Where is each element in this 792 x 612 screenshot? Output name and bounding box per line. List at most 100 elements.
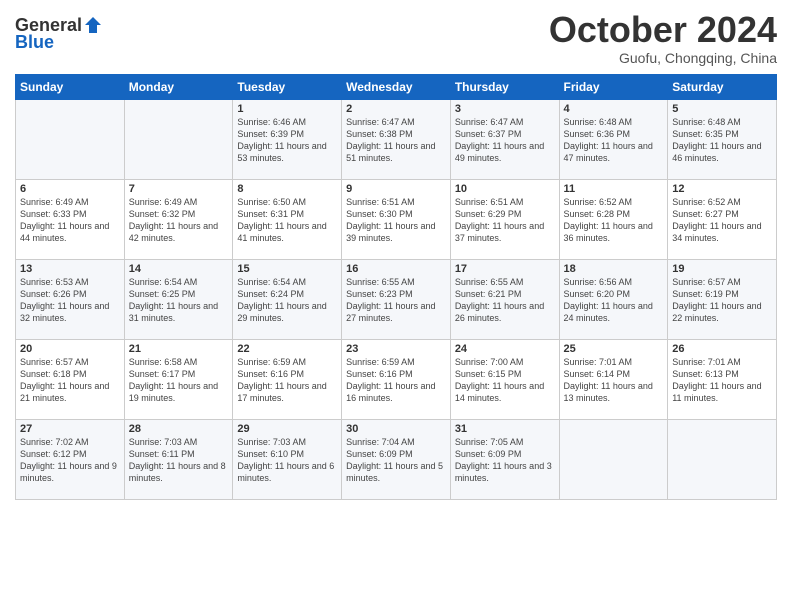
day-info: Sunrise: 6:54 AMSunset: 6:25 PMDaylight:… [129, 276, 229, 325]
day-info: Sunrise: 6:54 AMSunset: 6:24 PMDaylight:… [237, 276, 337, 325]
col-wednesday: Wednesday [342, 74, 451, 99]
day-info: Sunrise: 6:47 AMSunset: 6:38 PMDaylight:… [346, 116, 446, 165]
cell-w5-d5: 31Sunrise: 7:05 AMSunset: 6:09 PMDayligh… [450, 419, 559, 499]
cell-w4-d1: 20Sunrise: 6:57 AMSunset: 6:18 PMDayligh… [16, 339, 125, 419]
day-number: 1 [237, 103, 337, 115]
cell-w4-d3: 22Sunrise: 6:59 AMSunset: 6:16 PMDayligh… [233, 339, 342, 419]
cell-w2-d1: 6Sunrise: 6:49 AMSunset: 6:33 PMDaylight… [16, 179, 125, 259]
day-number: 27 [20, 423, 120, 435]
calendar-table: Sunday Monday Tuesday Wednesday Thursday… [15, 74, 777, 500]
cell-w1-d1 [16, 99, 125, 179]
day-info: Sunrise: 6:52 AMSunset: 6:27 PMDaylight:… [672, 196, 772, 245]
header-area: General Blue October 2024 Guofu, Chongqi… [15, 10, 777, 66]
day-number: 15 [237, 263, 337, 275]
day-info: Sunrise: 6:47 AMSunset: 6:37 PMDaylight:… [455, 116, 555, 165]
cell-w5-d1: 27Sunrise: 7:02 AMSunset: 6:12 PMDayligh… [16, 419, 125, 499]
title-area: October 2024 Guofu, Chongqing, China [549, 10, 777, 66]
page-container: General Blue October 2024 Guofu, Chongqi… [0, 0, 792, 510]
week-row-1: 1Sunrise: 6:46 AMSunset: 6:39 PMDaylight… [16, 99, 777, 179]
day-info: Sunrise: 7:01 AMSunset: 6:14 PMDaylight:… [564, 356, 664, 405]
day-info: Sunrise: 7:01 AMSunset: 6:13 PMDaylight:… [672, 356, 772, 405]
day-number: 22 [237, 343, 337, 355]
cell-w2-d3: 8Sunrise: 6:50 AMSunset: 6:31 PMDaylight… [233, 179, 342, 259]
day-info: Sunrise: 6:50 AMSunset: 6:31 PMDaylight:… [237, 196, 337, 245]
cell-w2-d6: 11Sunrise: 6:52 AMSunset: 6:28 PMDayligh… [559, 179, 668, 259]
day-info: Sunrise: 6:51 AMSunset: 6:30 PMDaylight:… [346, 196, 446, 245]
day-info: Sunrise: 6:57 AMSunset: 6:19 PMDaylight:… [672, 276, 772, 325]
day-info: Sunrise: 7:05 AMSunset: 6:09 PMDaylight:… [455, 436, 555, 485]
week-row-4: 20Sunrise: 6:57 AMSunset: 6:18 PMDayligh… [16, 339, 777, 419]
day-info: Sunrise: 6:52 AMSunset: 6:28 PMDaylight:… [564, 196, 664, 245]
cell-w4-d2: 21Sunrise: 6:58 AMSunset: 6:17 PMDayligh… [124, 339, 233, 419]
day-info: Sunrise: 7:00 AMSunset: 6:15 PMDaylight:… [455, 356, 555, 405]
cell-w1-d6: 4Sunrise: 6:48 AMSunset: 6:36 PMDaylight… [559, 99, 668, 179]
day-number: 25 [564, 343, 664, 355]
week-row-5: 27Sunrise: 7:02 AMSunset: 6:12 PMDayligh… [16, 419, 777, 499]
cell-w1-d7: 5Sunrise: 6:48 AMSunset: 6:35 PMDaylight… [668, 99, 777, 179]
day-info: Sunrise: 6:59 AMSunset: 6:16 PMDaylight:… [346, 356, 446, 405]
day-number: 14 [129, 263, 229, 275]
cell-w2-d2: 7Sunrise: 6:49 AMSunset: 6:32 PMDaylight… [124, 179, 233, 259]
cell-w4-d7: 26Sunrise: 7:01 AMSunset: 6:13 PMDayligh… [668, 339, 777, 419]
day-number: 29 [237, 423, 337, 435]
day-info: Sunrise: 7:02 AMSunset: 6:12 PMDaylight:… [20, 436, 120, 485]
cell-w5-d4: 30Sunrise: 7:04 AMSunset: 6:09 PMDayligh… [342, 419, 451, 499]
day-number: 9 [346, 183, 446, 195]
day-number: 19 [672, 263, 772, 275]
day-number: 23 [346, 343, 446, 355]
day-number: 18 [564, 263, 664, 275]
col-friday: Friday [559, 74, 668, 99]
day-number: 4 [564, 103, 664, 115]
day-number: 10 [455, 183, 555, 195]
day-number: 6 [20, 183, 120, 195]
col-tuesday: Tuesday [233, 74, 342, 99]
cell-w3-d3: 15Sunrise: 6:54 AMSunset: 6:24 PMDayligh… [233, 259, 342, 339]
cell-w4-d5: 24Sunrise: 7:00 AMSunset: 6:15 PMDayligh… [450, 339, 559, 419]
day-info: Sunrise: 6:48 AMSunset: 6:35 PMDaylight:… [672, 116, 772, 165]
cell-w1-d4: 2Sunrise: 6:47 AMSunset: 6:38 PMDaylight… [342, 99, 451, 179]
day-info: Sunrise: 6:48 AMSunset: 6:36 PMDaylight:… [564, 116, 664, 165]
cell-w2-d4: 9Sunrise: 6:51 AMSunset: 6:30 PMDaylight… [342, 179, 451, 259]
cell-w1-d5: 3Sunrise: 6:47 AMSunset: 6:37 PMDaylight… [450, 99, 559, 179]
day-info: Sunrise: 6:53 AMSunset: 6:26 PMDaylight:… [20, 276, 120, 325]
day-info: Sunrise: 7:04 AMSunset: 6:09 PMDaylight:… [346, 436, 446, 485]
day-info: Sunrise: 6:56 AMSunset: 6:20 PMDaylight:… [564, 276, 664, 325]
cell-w5-d6 [559, 419, 668, 499]
col-saturday: Saturday [668, 74, 777, 99]
location-subtitle: Guofu, Chongqing, China [549, 50, 777, 66]
day-number: 13 [20, 263, 120, 275]
week-row-2: 6Sunrise: 6:49 AMSunset: 6:33 PMDaylight… [16, 179, 777, 259]
cell-w5-d3: 29Sunrise: 7:03 AMSunset: 6:10 PMDayligh… [233, 419, 342, 499]
day-number: 12 [672, 183, 772, 195]
day-info: Sunrise: 6:55 AMSunset: 6:21 PMDaylight:… [455, 276, 555, 325]
month-title: October 2024 [549, 10, 777, 50]
cell-w3-d1: 13Sunrise: 6:53 AMSunset: 6:26 PMDayligh… [16, 259, 125, 339]
logo-icon [83, 15, 103, 35]
day-info: Sunrise: 6:58 AMSunset: 6:17 PMDaylight:… [129, 356, 229, 405]
day-number: 2 [346, 103, 446, 115]
day-number: 16 [346, 263, 446, 275]
cell-w1-d2 [124, 99, 233, 179]
day-info: Sunrise: 7:03 AMSunset: 6:10 PMDaylight:… [237, 436, 337, 485]
day-number: 17 [455, 263, 555, 275]
cell-w5-d2: 28Sunrise: 7:03 AMSunset: 6:11 PMDayligh… [124, 419, 233, 499]
cell-w3-d7: 19Sunrise: 6:57 AMSunset: 6:19 PMDayligh… [668, 259, 777, 339]
cell-w3-d5: 17Sunrise: 6:55 AMSunset: 6:21 PMDayligh… [450, 259, 559, 339]
week-row-3: 13Sunrise: 6:53 AMSunset: 6:26 PMDayligh… [16, 259, 777, 339]
cell-w5-d7 [668, 419, 777, 499]
header-row: Sunday Monday Tuesday Wednesday Thursday… [16, 74, 777, 99]
cell-w3-d2: 14Sunrise: 6:54 AMSunset: 6:25 PMDayligh… [124, 259, 233, 339]
day-number: 5 [672, 103, 772, 115]
cell-w4-d6: 25Sunrise: 7:01 AMSunset: 6:14 PMDayligh… [559, 339, 668, 419]
day-info: Sunrise: 6:59 AMSunset: 6:16 PMDaylight:… [237, 356, 337, 405]
cell-w2-d5: 10Sunrise: 6:51 AMSunset: 6:29 PMDayligh… [450, 179, 559, 259]
day-info: Sunrise: 7:03 AMSunset: 6:11 PMDaylight:… [129, 436, 229, 485]
day-number: 11 [564, 183, 664, 195]
logo: General Blue [15, 15, 103, 53]
day-number: 21 [129, 343, 229, 355]
col-sunday: Sunday [16, 74, 125, 99]
day-number: 31 [455, 423, 555, 435]
day-info: Sunrise: 6:51 AMSunset: 6:29 PMDaylight:… [455, 196, 555, 245]
day-number: 20 [20, 343, 120, 355]
day-number: 30 [346, 423, 446, 435]
